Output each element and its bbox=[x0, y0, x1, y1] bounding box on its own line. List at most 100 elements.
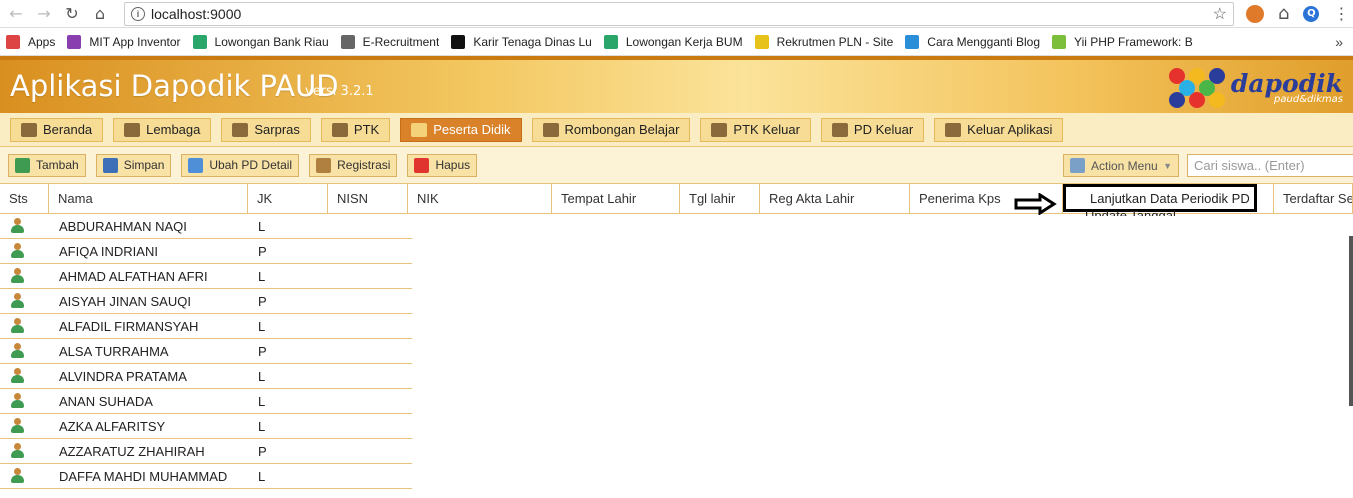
forward-arrow-icon[interactable]: → bbox=[32, 2, 56, 26]
table-row[interactable]: DAFFA MAHDI MUHAMMAD L bbox=[0, 464, 412, 489]
column-header[interactable]: Tgl lahir bbox=[680, 184, 760, 213]
mit-app-inventor-icon bbox=[67, 34, 82, 49]
home-icon[interactable]: ⌂ bbox=[88, 2, 112, 26]
dropdown-item-lanjutkan-data-periodik-pd[interactable]: Lanjutkan Data Periodik PD bbox=[1063, 184, 1257, 212]
bookmark-item[interactable]: Karir Tenaga Dinas Lu bbox=[445, 28, 598, 55]
hapus-label: Hapus bbox=[435, 158, 471, 172]
pln-icon bbox=[754, 34, 769, 49]
bookmark-item[interactable]: Lowongan Bank Riau bbox=[187, 28, 335, 55]
tab-rombongan-belajar[interactable]: Rombongan Belajar bbox=[531, 117, 691, 142]
nav-tab-label: Lembaga bbox=[146, 122, 201, 137]
ubah-pd-detail-button[interactable]: Ubah PD Detail bbox=[181, 153, 300, 177]
table-row[interactable]: AZKA ALFARITSY L bbox=[0, 414, 412, 439]
table-row[interactable]: ANAN SUHADA L bbox=[0, 389, 412, 414]
scrollbar-thumb[interactable] bbox=[1349, 236, 1353, 406]
nama-cell: DAFFA MAHDI MUHAMMAD bbox=[59, 468, 228, 484]
status-cell bbox=[0, 243, 49, 259]
column-header[interactable]: Tempat Lahir bbox=[552, 184, 680, 213]
table-row[interactable]: AHMAD ALFATHAN AFRI L bbox=[0, 264, 412, 289]
tab-sarpras[interactable]: Sarpras bbox=[221, 117, 311, 142]
bookmark-label: Rekrutmen PLN - Site bbox=[776, 34, 894, 49]
status-cell bbox=[0, 418, 49, 434]
column-header[interactable]: Sts bbox=[0, 184, 49, 213]
nama-cell: ALSA TURRAHMA bbox=[59, 343, 169, 359]
nama-cell: AZKA ALFARITSY bbox=[59, 418, 166, 434]
tab-keluar-aplikasi[interactable]: Keluar Aplikasi bbox=[934, 117, 1064, 142]
table-row[interactable]: ALFADIL FIRMANSYAH L bbox=[0, 314, 412, 339]
column-header[interactable]: NIK bbox=[408, 184, 552, 213]
home-shortcut-icon[interactable]: ⌂ bbox=[1278, 3, 1289, 24]
bookmark-item[interactable]: Lowongan Kerja BUM bbox=[598, 28, 749, 55]
extension-cookie-icon[interactable] bbox=[1246, 4, 1264, 23]
bookmark-item[interactable]: Cara Mengganti Blog bbox=[899, 28, 1046, 55]
yii-icon bbox=[1052, 34, 1067, 49]
bookmark-item[interactable]: Yii PHP Framework: B bbox=[1046, 28, 1199, 55]
tab-lembaga[interactable]: Lembaga bbox=[113, 117, 212, 142]
nav-tab-label: Peserta Didik bbox=[433, 122, 511, 137]
app-header: Aplikasi Dapodik PAUD versi 3.2.1 dapodi… bbox=[0, 56, 1353, 113]
back-arrow-icon[interactable]: ← bbox=[4, 2, 28, 26]
tab-ptk-keluar[interactable]: PTK Keluar bbox=[700, 117, 811, 142]
bookmark-label: Lowongan Kerja BUM bbox=[625, 34, 743, 49]
app-title: Aplikasi Dapodik PAUD bbox=[10, 69, 339, 103]
bookmark-item[interactable]: MIT App Inventor bbox=[61, 28, 186, 55]
nav-tab-label: Sarpras bbox=[254, 122, 300, 137]
tab-pd-keluar[interactable]: PD Keluar bbox=[820, 117, 925, 142]
student-user-icon bbox=[9, 443, 26, 459]
bookmark-label: Apps bbox=[28, 34, 56, 49]
search-student-input[interactable] bbox=[1194, 158, 1353, 173]
extension-search-icon[interactable]: Q bbox=[1303, 5, 1320, 22]
column-header[interactable]: JK bbox=[248, 184, 328, 213]
jk-cell: P bbox=[258, 343, 267, 359]
jk-cell: L bbox=[258, 318, 266, 334]
action-menu-button[interactable]: Action Menu ▼ bbox=[1063, 154, 1179, 177]
table-row[interactable]: ALSA TURRAHMA P bbox=[0, 339, 412, 364]
nama-cell: ALVINDRA PRATAMA bbox=[59, 368, 187, 384]
table-row[interactable]: ALVINDRA PRATAMA L bbox=[0, 364, 412, 389]
dropdown-item-partial[interactable]: Update Tanggal... bbox=[1085, 210, 1187, 216]
bookmark-item[interactable]: E-Recruitment bbox=[335, 28, 446, 55]
hapus-button[interactable]: Hapus bbox=[407, 153, 478, 177]
status-cell bbox=[0, 343, 49, 359]
bookmark-item[interactable]: Apps bbox=[0, 28, 61, 55]
table-row[interactable]: ABDURAHMAN NAQI L bbox=[0, 214, 412, 239]
student-user-icon bbox=[9, 393, 26, 409]
student-user-icon bbox=[9, 318, 26, 334]
student-user-icon bbox=[9, 418, 26, 434]
registrasi-button[interactable]: Registrasi bbox=[309, 153, 398, 177]
ubah-label: Ubah PD Detail bbox=[209, 158, 293, 172]
search-student-box[interactable] bbox=[1187, 154, 1353, 177]
bookmark-star-icon[interactable]: ☆ bbox=[1213, 4, 1227, 24]
toolbar: Tambah Simpan Ubah PD Detail Registrasi … bbox=[0, 147, 1353, 184]
status-cell bbox=[0, 293, 49, 309]
column-header[interactable]: Nama bbox=[49, 184, 248, 213]
table-row[interactable]: AFIQA INDRIANI P bbox=[0, 239, 412, 264]
column-header[interactable]: Reg Akta Lahir bbox=[760, 184, 910, 213]
tab-peserta-didik[interactable]: Peserta Didik bbox=[400, 117, 522, 142]
column-header[interactable]: Terdaftar Se bbox=[1274, 184, 1353, 213]
kebab-menu-icon[interactable]: ⋮ bbox=[1333, 5, 1349, 22]
nama-cell: AFIQA INDRIANI bbox=[59, 243, 158, 259]
nama-cell: AHMAD ALFATHAN AFRI bbox=[59, 268, 208, 284]
tambah-button[interactable]: Tambah bbox=[8, 153, 86, 177]
tab-ptk[interactable]: PTK bbox=[320, 117, 391, 142]
simpan-button[interactable]: Simpan bbox=[95, 153, 172, 177]
reload-icon[interactable]: ↻ bbox=[60, 2, 84, 26]
table-row[interactable]: AZZARATUZ ZHAHIRAH P bbox=[0, 439, 412, 464]
address-bar[interactable]: i localhost:9000 ☆ bbox=[124, 1, 1234, 26]
student-table: Sts Nama JK NISN NIK Tempat Lahir Tgl lahir Reg… bbox=[0, 184, 1353, 489]
dropdown-item-label: Lanjutkan Data Periodik PD bbox=[1090, 190, 1250, 206]
nav-tab-label: PD Keluar bbox=[853, 122, 914, 137]
bookmark-label: Yii PHP Framework: B bbox=[1074, 34, 1193, 49]
jk-cell: L bbox=[258, 418, 266, 434]
bookmark-item[interactable]: Rekrutmen PLN - Site bbox=[749, 28, 900, 55]
tab-beranda[interactable]: Beranda bbox=[10, 117, 104, 142]
tab-ptk-icon bbox=[331, 122, 348, 137]
info-icon[interactable]: i bbox=[131, 6, 145, 21]
status-cell bbox=[0, 393, 49, 409]
column-header[interactable]: NISN bbox=[328, 184, 408, 213]
delete-x-icon bbox=[414, 157, 430, 173]
bookmarks-more-icon[interactable]: » bbox=[1335, 34, 1343, 50]
nama-cell: AZZARATUZ ZHAHIRAH bbox=[59, 443, 205, 459]
table-row[interactable]: AISYAH JINAN SAUQI P bbox=[0, 289, 412, 314]
